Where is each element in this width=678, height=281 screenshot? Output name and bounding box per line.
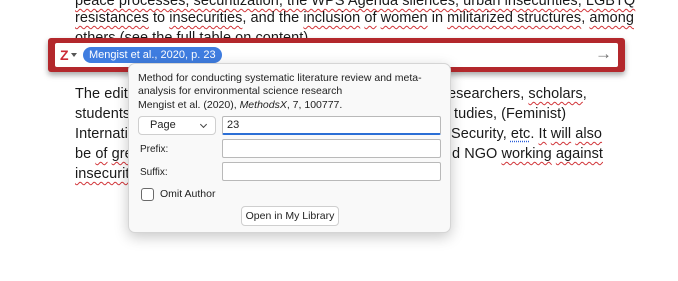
locator-type-select[interactable]: Page — [138, 116, 216, 135]
doc-word: of — [95, 146, 108, 162]
doc-text: Security, etc. It will also — [451, 126, 602, 142]
doc-word: Security, — [451, 126, 511, 142]
omit-author-label[interactable]: Omit Author — [160, 188, 215, 200]
prefix-input[interactable] — [222, 139, 441, 158]
doc-line-7: insecurit — [75, 166, 129, 182]
reference-authors: Mengist et al. (2020), — [138, 99, 240, 111]
doc-word: working — [501, 146, 552, 162]
doc-word: scholars — [528, 86, 583, 102]
doc-text: esearchers, scholars, — [448, 86, 587, 102]
doc-word: It — [538, 126, 547, 142]
reference-volume: , 7, 100777. — [286, 99, 343, 111]
doc-word: militarized structures — [447, 10, 582, 26]
prefix-label: Prefix: — [140, 144, 169, 155]
omit-author-checkbox[interactable] — [141, 188, 154, 201]
doc-text: peace processes, securitization, the WPS… — [75, 0, 636, 9]
doc-text: students — [75, 106, 131, 122]
doc-word: to — [148, 10, 170, 26]
doc-word: against — [555, 146, 603, 162]
suffix-input[interactable] — [222, 162, 441, 181]
doc-word: , and the — [242, 10, 304, 26]
reference-meta: Mengist et al. (2020), MethodsX, 7, 1007… — [138, 99, 342, 111]
doc-word: etc — [510, 126, 531, 142]
reference-title: Method for conducting systematic literat… — [138, 72, 422, 97]
reference-journal: MethodsX — [239, 99, 287, 111]
citation-bubble[interactable]: Mengist et al., 2020, p. 23 — [83, 47, 222, 63]
doc-text: insecurit — [75, 166, 130, 182]
doc-text: Internati — [75, 126, 128, 142]
doc-text: tudies, (Feminist) — [454, 106, 567, 122]
doc-word: among — [589, 10, 634, 26]
locator-input[interactable]: 23 — [222, 116, 441, 135]
doc-text: The edite — [75, 86, 136, 102]
chevron-down-icon[interactable] — [71, 53, 77, 57]
doc-word: , — [582, 86, 587, 102]
doc-word: inclusion — [303, 10, 361, 26]
doc-line-top: peace processes, securitization, the WPS… — [75, 0, 635, 9]
doc-line-1: resistances to insecurities, and the inc… — [75, 10, 634, 26]
doc-word: will — [550, 126, 572, 142]
doc-word: women — [380, 10, 428, 26]
doc-word: also — [575, 126, 603, 142]
open-in-library-button[interactable]: Open in My Library — [241, 206, 339, 226]
doc-word: be — [75, 146, 96, 162]
suffix-label: Suffix: — [140, 167, 168, 178]
doc-word: insecurities — [169, 10, 243, 26]
doc-word: resistances — [75, 10, 149, 26]
chevron-down-icon — [199, 120, 208, 129]
doc-word: of — [364, 10, 377, 26]
doc-word: esearchers, — [448, 86, 529, 102]
doc-word: in — [427, 10, 448, 26]
accept-arrow-icon[interactable]: → — [595, 44, 612, 64]
locator-type-value: Page — [150, 119, 176, 131]
doc-text: d NGO working against — [452, 146, 603, 162]
doc-word: . — [530, 126, 539, 142]
doc-word: d NGO — [452, 146, 502, 162]
citation-properties-popover: Method for conducting systematic literat… — [128, 63, 451, 233]
